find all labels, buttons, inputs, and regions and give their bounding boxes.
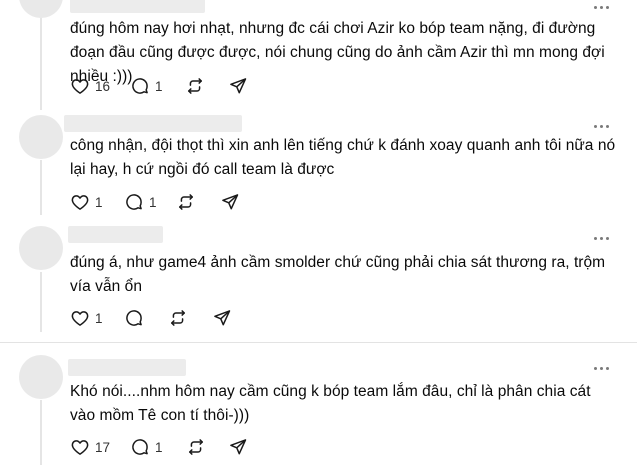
comment-text: công nhận, đội thọt thì xin anh lên tiến… [70, 137, 616, 178]
reply-button[interactable]: 1 [130, 437, 163, 457]
more-dots-icon[interactable] [594, 367, 609, 370]
like-button[interactable]: 1 [70, 192, 103, 212]
repost-icon [185, 76, 205, 96]
comment-icon [130, 437, 150, 457]
heart-icon [70, 308, 90, 328]
repost-button[interactable] [176, 192, 196, 212]
reply-count: 1 [155, 439, 163, 455]
repost-icon [186, 437, 206, 457]
more-dots-icon[interactable] [594, 237, 609, 240]
comment-text: đúng á, như game4 ảnh cầm smolder chứ cũ… [70, 254, 606, 295]
heart-icon [70, 437, 90, 457]
comment-text: Khó nói....nhm hôm nay cầm cũng k bóp te… [70, 383, 591, 424]
send-icon [212, 308, 232, 328]
repost-button[interactable] [185, 76, 205, 96]
comment: Khó nói....nhm hôm nay cầm cũng k bóp te… [0, 342, 637, 465]
like-button[interactable]: 17 [70, 437, 110, 457]
like-button[interactable]: 1 [70, 308, 103, 328]
more-dots-icon[interactable] [594, 125, 609, 128]
reply-button[interactable]: 1 [130, 76, 163, 96]
like-count: 1 [95, 310, 103, 326]
repost-button[interactable] [168, 308, 188, 328]
like-button[interactable]: 16 [70, 76, 110, 96]
comment-icon [130, 76, 150, 96]
reply-button[interactable] [124, 308, 149, 328]
comment-icon [124, 192, 144, 212]
send-icon [228, 76, 248, 96]
heart-icon [70, 192, 90, 212]
username[interactable] [64, 115, 242, 132]
reply-count: 1 [155, 78, 163, 94]
share-button[interactable] [228, 437, 248, 457]
like-count: 1 [95, 194, 103, 210]
repost-icon [176, 192, 196, 212]
username[interactable] [68, 359, 186, 376]
reply-count: 1 [149, 194, 157, 210]
share-button[interactable] [220, 192, 240, 212]
comment: đúng á, như game4 ảnh cầm smolder chứ cũ… [0, 222, 637, 342]
username[interactable] [68, 226, 163, 243]
avatar[interactable] [19, 0, 63, 18]
comment: công nhận, đội thọt thì xin anh lên tiến… [0, 110, 637, 222]
like-count: 17 [95, 439, 111, 455]
avatar[interactable] [19, 115, 63, 159]
send-icon [228, 437, 248, 457]
share-button[interactable] [212, 308, 232, 328]
share-button[interactable] [228, 76, 248, 96]
reply-button[interactable]: 1 [124, 192, 157, 212]
repost-icon [168, 308, 188, 328]
avatar[interactable] [19, 355, 63, 399]
send-icon [220, 192, 240, 212]
comment-icon [124, 308, 144, 328]
comment: đúng hôm nay hơi nhạt, nhưng đc cái chơi… [0, 0, 637, 108]
heart-icon [70, 76, 90, 96]
avatar[interactable] [19, 226, 63, 270]
username[interactable] [70, 0, 205, 13]
more-dots-icon[interactable] [594, 6, 609, 9]
like-count: 16 [95, 78, 111, 94]
repost-button[interactable] [186, 437, 206, 457]
